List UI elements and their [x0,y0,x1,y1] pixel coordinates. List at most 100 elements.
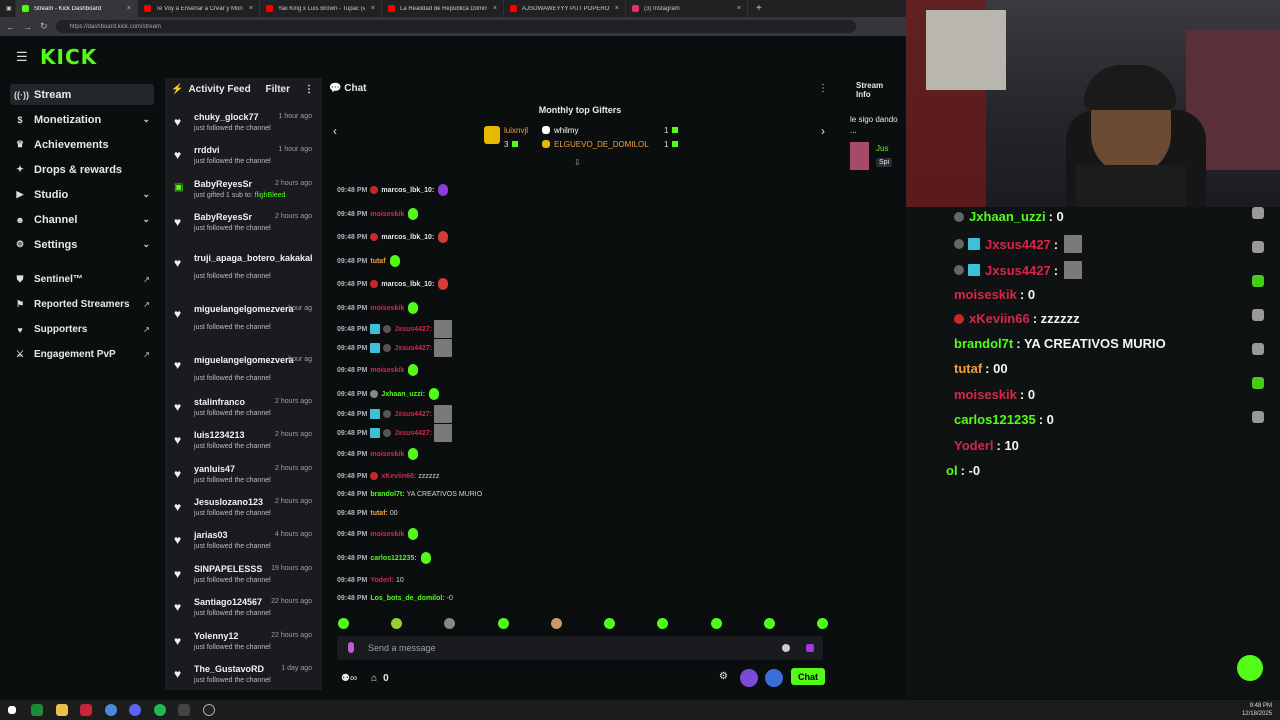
browser-tab[interactable]: AJSOWAWEYYY PUT POPEROLIN× [504,0,626,17]
nav-item[interactable]: ✦ Drops & rewards [10,159,154,180]
activity-item[interactable]: ♥ Jesuslozano123 2 hours ago just followed … [165,497,322,527]
forward-icon[interactable]: → [23,22,32,32]
url-input[interactable]: https://dashboard.kick.com/stream [55,20,856,33]
message-username[interactable]: moiseskik [370,305,404,312]
activity-username[interactable]: Yolenny12 [194,631,238,641]
nav-item[interactable]: ⚙ Settings ⌄ [10,234,154,255]
gifter-name[interactable]: luixnvjl [504,126,528,135]
kick-emote-icon[interactable] [806,644,814,652]
chat-message[interactable]: 09:48 PM marcos_lbk_10: [337,229,449,245]
layers-icon[interactable] [1252,343,1264,355]
activity-item[interactable]: ♥ chuky_glock77 1 hour ago just followed th… [165,112,322,142]
users-icon[interactable]: ⚉∞ [341,673,357,684]
chat-icon[interactable] [1252,275,1264,287]
activity-username[interactable]: stalinfranco [194,397,245,407]
7tv-icon[interactable] [740,669,758,687]
message-username[interactable]: Los_bots_de_domilol: [370,595,444,602]
chat-message[interactable]: 09:48 PM Jxsus4427: [337,339,453,357]
gifter-name[interactable]: ELGUEVO_DE_DOMILOL [554,140,649,149]
quick-emote-icon[interactable] [604,618,616,629]
activity-item[interactable]: ♥ yanluis47 2 hours ago just followed the c… [165,464,322,494]
arrow-icon[interactable] [1252,207,1264,219]
close-tab-icon[interactable]: × [365,5,375,12]
message-username[interactable]: Jxsus4427: [394,345,432,352]
quick-emote-icon[interactable] [657,618,669,629]
close-tab-icon[interactable]: × [487,5,497,12]
activity-username[interactable]: miguelangelgomezvera [194,355,294,365]
chat-menu-icon[interactable]: ⋮ [818,83,828,94]
scroll-down-icon[interactable]: ⇩ [574,158,581,167]
message-username[interactable]: Jxsus4427: [394,326,432,333]
gift-target-user[interactable]: flighBleed [255,192,286,199]
document-icon[interactable] [1252,241,1264,253]
activity-username[interactable]: Santiago124567 [194,597,262,607]
activity-username[interactable]: miguelangelgomezvera [194,304,294,314]
quick-emote-icon[interactable] [710,618,722,629]
gifter-name[interactable]: whilmy [554,126,578,135]
message-username[interactable]: brandol7t: [370,491,404,498]
activity-item[interactable]: ♥ miguelangelgomezvera hour ag just followe… [165,355,322,385]
prev-arrow-icon[interactable]: ‹ [333,124,337,138]
message-username[interactable]: xKeviin66: [381,473,416,480]
window-menu-icon[interactable]: ▣ [0,0,16,17]
activity-username[interactable]: The_GustavoRD [194,664,264,674]
discord-icon[interactable] [129,704,141,716]
app2-icon[interactable] [178,704,190,716]
puzzle-icon[interactable] [1252,411,1264,423]
nav-item-external[interactable]: ♥ Supporters ↗ [10,319,154,340]
quick-emote-icon[interactable] [338,618,349,629]
quick-emote-icon[interactable] [763,618,775,629]
streamer-name[interactable]: Jus [876,144,888,153]
mic-icon[interactable] [348,642,354,653]
chat-message[interactable]: 09:48 PM carlos121235: [337,550,431,566]
back-icon[interactable]: ← [6,22,15,32]
app-icon[interactable] [80,704,92,716]
folder-icon[interactable] [56,704,68,716]
activity-username[interactable]: truji_apaga_botero_kakakak [194,253,312,263]
close-tab-icon[interactable]: × [609,5,619,12]
chat-message[interactable]: 09:48 PM marcos_lbk_10: [337,182,449,198]
browser-tab[interactable]: Stream - Kick Dashboard × [16,0,138,17]
message-username[interactable]: moiseskik [370,211,404,218]
gift-icon[interactable]: ⌂ [371,673,377,684]
message-username[interactable]: marcos_lbk_10: [381,234,434,241]
activity-username[interactable]: luis1234213 [194,430,245,440]
chat-message[interactable]: 09:48 PM brandol7t: YA CREATIVOS MURIO [337,486,482,502]
activity-item[interactable]: ♥ The_GustavoRD 1 day ago just followed the… [165,664,322,694]
activity-username[interactable]: BabyReyesSr [194,179,252,189]
terminal-icon[interactable] [31,704,43,716]
activity-username[interactable]: BabyReyesSr [194,212,252,222]
support-chat-button[interactable] [1237,655,1263,681]
quick-emote-icon[interactable] [550,618,562,629]
activity-username[interactable]: chuky_glock77 [194,112,259,122]
activity-item[interactable]: ▣ BabyReyesSr 2 hours ago just gifted 1 sub… [165,179,322,209]
browser-tab[interactable]: Te Voy a Enseñar a Crear y Monet × [138,0,260,17]
chrome-icon[interactable] [105,704,117,716]
chat-message[interactable]: 09:48 PM tutaf: 00 [337,505,398,521]
activity-item[interactable]: ♥ jarias03 4 hours ago just followed the ch… [165,530,322,560]
activity-item[interactable]: ♥ Santiago124567 22 hours ago just followed… [165,597,322,627]
message-username[interactable]: Yoderl: [370,577,394,584]
activity-item[interactable]: ♥ SINPAPELESSS 19 hours ago just followed t… [165,564,322,594]
message-username[interactable]: marcos_lbk_10: [381,281,434,288]
nav-item[interactable]: ♛ Achievements [10,134,154,155]
activity-username[interactable]: Jesuslozano123 [194,497,263,507]
chat-message[interactable]: 09:48 PM moiseskik [337,206,419,222]
spotify-icon[interactable] [154,704,166,716]
nav-item[interactable]: ☻ Channel ⌄ [10,209,154,230]
wrench-icon[interactable] [1252,377,1264,389]
activity-item[interactable]: ♥ Yolenny12 22 hours ago just followed the … [165,631,322,661]
browser-tab[interactable]: Yaii King x Luis Brown - Tupac (v × [260,0,382,17]
quick-emote-icon[interactable] [444,618,456,629]
message-username[interactable]: tutaf [370,258,385,265]
broadcast-icon[interactable] [1252,309,1264,321]
activity-item[interactable]: ♥ miguelangelgomezvera hour ag just followe… [165,304,322,334]
activity-username[interactable]: jarias03 [194,530,228,540]
chat-message[interactable]: 09:48 PM moiseskik [337,446,419,462]
message-username[interactable]: Jxsus4427: [394,430,432,437]
message-username[interactable]: moiseskik [370,451,404,458]
chat-message[interactable]: 09:48 PM marcos_lbk_10: [337,276,449,292]
nav-item-external[interactable]: ⚔ Engagement PvP ↗ [10,344,154,365]
message-username[interactable]: tutaf: [370,510,388,517]
chat-message[interactable]: 09:48 PM Jxsus4427: [337,424,453,442]
